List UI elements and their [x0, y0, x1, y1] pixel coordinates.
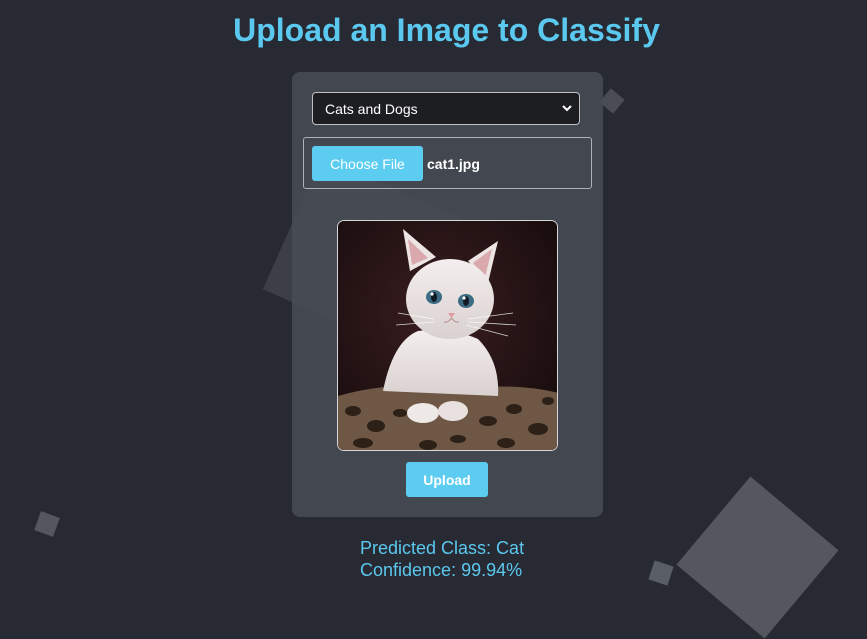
background-decoration [648, 560, 674, 586]
model-select-value: Cats and Dogs [325, 100, 418, 117]
confidence: Confidence: 99.94% [360, 560, 523, 580]
upload-button[interactable]: Upload [406, 462, 488, 497]
page-title: Upload an Image to Classify [233, 12, 660, 48]
image-preview [337, 220, 558, 451]
chevron-down-icon [562, 105, 572, 112]
prediction-result: Predicted Class: Cat Confidence: 99.94% [360, 537, 524, 581]
background-decoration [599, 88, 625, 114]
model-select[interactable]: Cats and Dogs [312, 92, 580, 125]
kitten-image [338, 221, 557, 450]
file-input: Choose File cat1.jpg [303, 137, 592, 189]
choose-file-button[interactable]: Choose File [312, 146, 423, 181]
background-decoration [676, 476, 839, 639]
upload-card: Cats and Dogs Choose File cat1.jpg Uploa… [292, 72, 603, 517]
predicted-class: Predicted Class: Cat [360, 538, 525, 558]
selected-file-name: cat1.jpg [427, 156, 480, 172]
background-decoration [34, 511, 60, 537]
